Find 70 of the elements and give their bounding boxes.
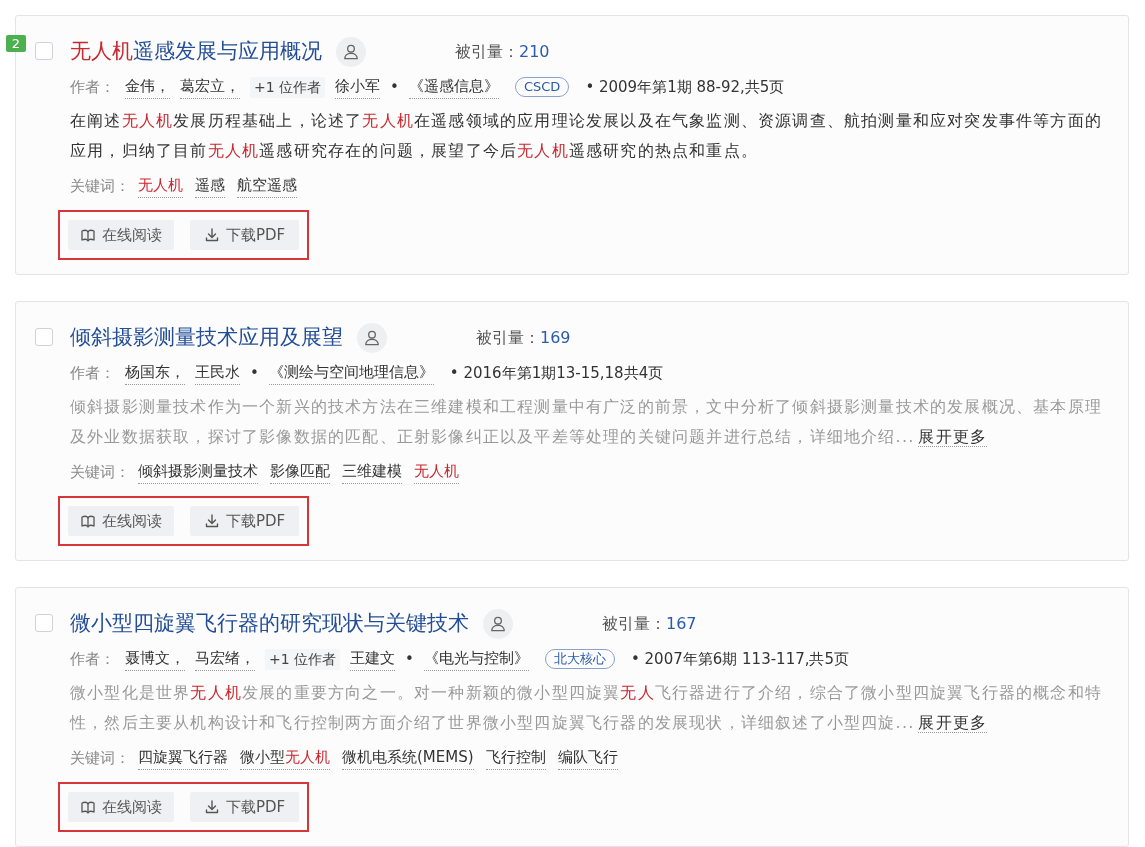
abstract-text: 微小型化是世界无人机发展的重要方向之一。对一种新颖的微小型四旋翼无人飞行器进行了介绍，综合了微小型四旋翼飞行器的概念和特性，然后主要从机构设计和飞行控制两方面介绍了世界微小型四旋翼飞行器的发展现状，详细叙述了小型四旋... 展开更多 xyxy=(70,682,1104,735)
abstract-text: 倾斜摄影测量技术作为一个新兴的技术方法在三维建模和工程测量中有广泛的前景，文中分析了倾斜摄影测量技术的发展概况、基本原理及外业数据获取，探讨了影像数据的匹配、正射影像纠正以及平差等处理的关键问题并进行总结，详细地介绍... 展开更多 xyxy=(70,396,1103,449)
keyword-link[interactable]: 倾斜摄影测量技术 xyxy=(138,460,258,484)
keyword-link[interactable]: 航空遥感 xyxy=(237,174,297,198)
issue-info: • 2016年第1期13-15,18共4页 xyxy=(449,362,664,384)
download-pdf-button[interactable]: 下载PDF xyxy=(190,792,300,822)
citation-count: 167 xyxy=(666,613,697,635)
author-link[interactable]: 葛宏立， xyxy=(180,75,240,99)
read-online-button[interactable]: 在线阅读 xyxy=(68,792,174,822)
author-link[interactable]: 金伟， xyxy=(125,75,170,99)
journal-link[interactable]: 《电光与控制》 xyxy=(423,647,529,671)
download-icon xyxy=(204,799,220,815)
article-title[interactable]: 倾斜摄影测量技术应用及展望 xyxy=(70,322,343,354)
author-link[interactable]: 杨国东， xyxy=(125,361,185,385)
book-icon xyxy=(80,227,96,243)
authors-label: 作者： xyxy=(70,362,115,384)
author-link[interactable]: 聂博文， xyxy=(125,647,185,671)
download-icon xyxy=(204,227,220,243)
keywords-label: 关键词： xyxy=(70,747,130,769)
keyword-link[interactable]: 四旋翼飞行器 xyxy=(138,746,228,770)
keyword-link[interactable]: 三维建模 xyxy=(342,460,402,484)
citation-count: 169 xyxy=(540,327,571,349)
separator: • xyxy=(250,362,259,384)
citation-label: 被引量： xyxy=(476,327,540,349)
more-authors[interactable]: +1 位作者 xyxy=(250,76,326,98)
keyword-link[interactable]: 编队飞行 xyxy=(557,746,618,770)
expand-link[interactable]: 展开更多 xyxy=(918,713,988,733)
citation-count: 210 xyxy=(519,41,550,63)
citation-label: 被引量： xyxy=(455,41,519,63)
keyword-link[interactable]: 遥感 xyxy=(195,174,225,198)
keywords-label: 关键词： xyxy=(70,461,130,483)
keyword-link[interactable]: 无人机 xyxy=(138,174,183,198)
article-title[interactable]: 无人机遥感发展与应用概况 xyxy=(70,36,322,68)
download-pdf-button[interactable]: 下载PDF xyxy=(190,220,300,250)
download-pdf-button[interactable]: 下载PDF xyxy=(190,506,300,536)
keyword-link[interactable]: 飞行控制 xyxy=(485,746,546,770)
author-link[interactable]: 马宏绪， xyxy=(195,647,255,671)
separator: • xyxy=(405,648,414,670)
checkbox[interactable] xyxy=(35,614,53,632)
book-icon xyxy=(80,513,96,529)
keyword-link[interactable]: 无人机 xyxy=(414,460,459,484)
author-link[interactable]: 徐小军 xyxy=(335,75,381,99)
user-icon[interactable] xyxy=(336,37,366,67)
checkbox[interactable] xyxy=(35,328,53,346)
user-icon[interactable] xyxy=(357,323,387,353)
issue-info: • 2009年第1期 88-92,共5页 xyxy=(585,76,785,98)
more-authors[interactable]: +1 位作者 xyxy=(265,648,341,670)
author-link[interactable]: 王建文 xyxy=(350,647,396,671)
citation-label: 被引量： xyxy=(602,613,666,635)
article-title[interactable]: 微小型四旋翼飞行器的研究现状与关键技术 xyxy=(70,608,469,640)
authors-label: 作者： xyxy=(70,648,115,670)
journal-link[interactable]: 《测绘与空间地理信息》 xyxy=(268,361,434,385)
separator: • xyxy=(390,76,399,98)
user-icon[interactable] xyxy=(483,609,513,639)
keyword-link[interactable]: 微机电系统(MEMS) xyxy=(342,746,474,770)
journal-link[interactable]: 《遥感信息》 xyxy=(408,75,499,99)
read-online-button[interactable]: 在线阅读 xyxy=(68,506,174,536)
keywords-label: 关键词： xyxy=(70,175,130,197)
abstract-text: 在阐述 无人机发展历程基础上，论述了 无人机在遥感领域的应用理论发展以及在气象监测、资源调查、航拍测量和应对突发事件等方面的应用，归纳了目前无人机遥感研究存在的问题，展望了今后无人机遥感研究的热点和重点。 xyxy=(70,110,1104,162)
authors-label: 作者： xyxy=(70,76,115,98)
expand-link[interactable]: 展开更多 xyxy=(918,427,988,447)
issue-info: • 2007年第6期 113-117,共5页 xyxy=(630,648,850,670)
book-icon xyxy=(80,799,96,815)
rank-badge: 2 xyxy=(6,35,26,52)
author-link[interactable]: 王民水 xyxy=(195,361,240,385)
download-icon xyxy=(204,513,220,529)
keyword-link[interactable]: 微小型无人机 xyxy=(240,746,330,770)
read-online-button[interactable]: 在线阅读 xyxy=(68,220,174,250)
keyword-link[interactable]: 影像匹配 xyxy=(270,460,330,484)
checkbox[interactable] xyxy=(35,42,53,60)
